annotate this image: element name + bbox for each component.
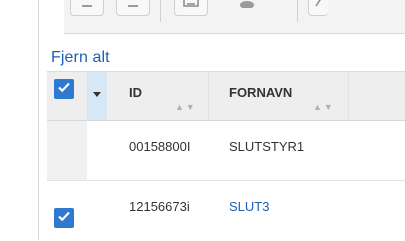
cell-id-text: 12156673i (129, 199, 190, 214)
refresh-icon (81, 0, 93, 12)
row-select-cell[interactable] (47, 181, 87, 241)
table-row[interactable]: 12156673i SLUT3 (47, 181, 405, 241)
export-button[interactable] (174, 0, 208, 16)
user-button[interactable] (230, 0, 264, 16)
cell-first-name: SLUT3 (209, 181, 349, 241)
row-select-cell[interactable] (47, 121, 87, 180)
selection-menu-toggle[interactable] (87, 72, 107, 120)
table-row[interactable]: 00158800I SLUTSTYR1 (47, 121, 405, 181)
toolbar-divider (297, 0, 298, 22)
select-all-checkbox[interactable] (54, 79, 74, 99)
clear-all-link[interactable]: Fjern alt (51, 49, 110, 67)
sort-icon[interactable]: ▲▼ (313, 102, 335, 112)
cell-filler (349, 181, 405, 241)
cell-id: 00158800I (107, 121, 209, 180)
cell-id: 12156673i (107, 181, 209, 241)
check-icon (57, 80, 71, 99)
export-icon (183, 0, 199, 12)
cell-first-name: SLUTSTYR1 (209, 121, 349, 180)
sort-icon[interactable]: ▲▼ (175, 102, 197, 112)
check-icon (57, 209, 71, 228)
cell-id-text: 00158800I (129, 139, 191, 154)
edit-button[interactable] (308, 0, 328, 16)
filter-icon (127, 0, 139, 12)
edit-icon (314, 0, 323, 12)
toolbar (64, 0, 405, 34)
caret-down-icon (93, 92, 101, 97)
toolbar-divider (160, 0, 161, 22)
cell-first-name-link[interactable]: SLUT3 (229, 199, 269, 214)
selection-menu-cell (87, 72, 107, 120)
column-header-label: ID (129, 85, 142, 100)
row-checkbox[interactable] (54, 208, 74, 228)
cell-first-name-text: SLUTSTYR1 (229, 139, 305, 154)
row-spacer (87, 181, 107, 241)
row-spacer (87, 121, 107, 180)
column-header-filler (349, 72, 405, 120)
select-all-cell (47, 72, 87, 120)
toolbar-button[interactable] (116, 0, 150, 16)
column-header-first-name[interactable]: FORNAVN ▲▼ (209, 72, 349, 120)
column-header-id[interactable]: ID ▲▼ (107, 72, 209, 120)
user-icon (238, 0, 256, 13)
column-header-label: FORNAVN (229, 85, 293, 100)
table-header-row: ID ▲▼ FORNAVN ▲▼ (47, 72, 405, 121)
toolbar-button[interactable] (70, 0, 104, 16)
cell-filler (349, 121, 405, 180)
data-table: ID ▲▼ FORNAVN ▲▼ 00158800I SLUTSTYR1 121… (47, 71, 405, 241)
